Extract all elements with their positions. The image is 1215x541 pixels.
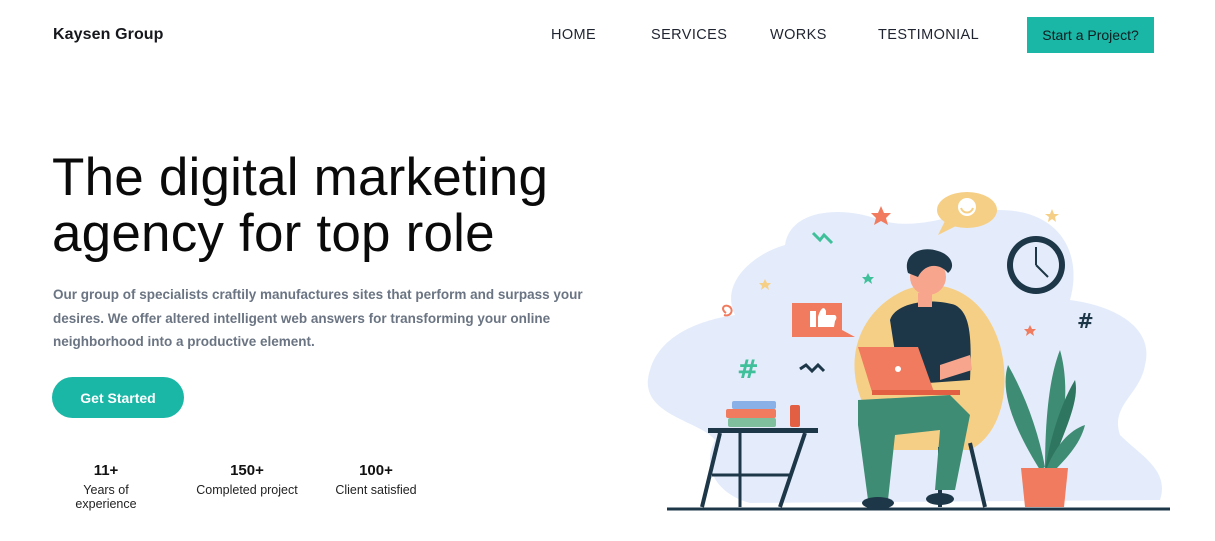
hero-description: Our group of specialists craftily manufa… <box>53 287 583 349</box>
nav-link-services[interactable]: SERVICES <box>651 27 727 43</box>
stat-label: Completed project <box>196 483 298 497</box>
hero-illustration: # # <box>647 192 1170 511</box>
stat-experience: 11+ Years of experience <box>52 462 160 511</box>
stat-value: 100+ <box>359 462 393 479</box>
hashtag-icon: # <box>1077 309 1094 333</box>
hero-title-line-1: The digital marketing <box>52 148 549 207</box>
hashtag-icon: # <box>737 355 759 385</box>
start-project-button[interactable]: Start a Project? <box>1027 17 1154 53</box>
nav-link-home[interactable]: HOME <box>551 27 596 43</box>
star-icon <box>1045 209 1059 222</box>
top-navbar: Kaysen Group HOME SERVICES WORKS TESTIMO… <box>0 0 1215 70</box>
stat-value: 150+ <box>230 462 264 479</box>
stat-label: Client satisfied <box>335 483 417 497</box>
nav-link-works[interactable]: WORKS <box>770 27 827 43</box>
hero-title-line-2: agency for top role <box>52 204 495 263</box>
hero-title: The digital marketing agency for top rol… <box>52 150 612 262</box>
stat-projects: 150+ Completed project <box>192 462 302 497</box>
stat-clients: 100+ Client satisfied <box>333 462 419 497</box>
clock-icon <box>1007 236 1065 294</box>
brand-logo[interactable]: Kaysen Group <box>53 26 164 44</box>
get-started-button[interactable]: Get Started <box>52 377 184 418</box>
swirl-decoration <box>722 304 733 317</box>
stat-label: Years of experience <box>75 483 137 511</box>
nav-link-testimonial[interactable]: TESTIMONIAL <box>878 27 979 43</box>
stat-value: 11+ <box>93 462 119 479</box>
